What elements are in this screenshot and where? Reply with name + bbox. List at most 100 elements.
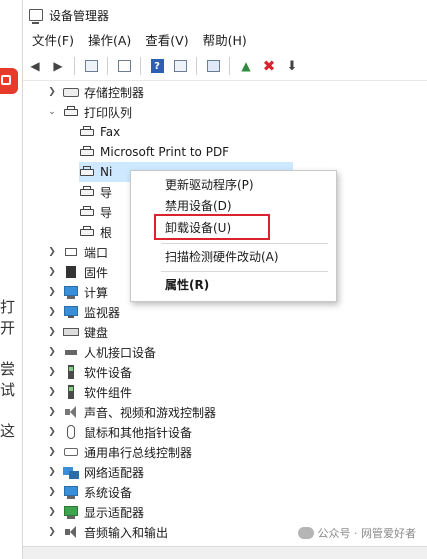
menu-file[interactable]: 文件(F)	[25, 30, 81, 52]
tree-item-firmware[interactable]: ❯ 固件	[47, 262, 108, 282]
menu-scan-hardware[interactable]: 扫描检测硬件改动(A)	[165, 247, 279, 267]
printer-icon	[79, 145, 95, 159]
tree-item-software-device[interactable]: ❯ 软件设备	[47, 362, 132, 382]
tree-item-label: 系统设备	[84, 485, 133, 500]
toolbar: ◀ ▶ ? ▲ ✖ ⬇	[23, 52, 427, 81]
keyboard-icon	[63, 325, 79, 339]
expand-chevron-icon[interactable]: ❯	[47, 367, 57, 377]
hid-icon	[63, 345, 79, 359]
update-driver-icon[interactable]: ▲	[236, 56, 256, 76]
disable-icon[interactable]: ⬇	[282, 56, 302, 76]
tree-view-icon[interactable]	[81, 56, 101, 76]
tree-item-network[interactable]: ❯ 网络适配器	[47, 462, 144, 482]
tree-item-ports[interactable]: ❯ 端口	[47, 242, 108, 262]
display-adapter-icon	[63, 505, 79, 519]
tree-item-label: 软件设备	[84, 365, 133, 380]
expand-chevron-icon[interactable]: ❯	[47, 247, 57, 257]
background-text-2: 尝试	[0, 360, 16, 399]
expand-chevron-icon[interactable]: ❯	[47, 267, 57, 277]
tree-item-label: 网络适配器	[84, 465, 145, 480]
tree-item-label: 软件组件	[84, 385, 133, 400]
usb-controller-icon	[63, 445, 79, 459]
watermark-text: 公众号 · 网管爱好者	[317, 527, 417, 540]
printer-icon	[79, 225, 95, 239]
tree-item-label: 固件	[84, 265, 109, 280]
device-manager-window: 设备管理器 文件(F) 操作(A) 查看(V) 帮助(H) ◀ ▶ ? ▲ ✖ …	[22, 0, 427, 559]
toolbar-separator	[140, 57, 141, 75]
expand-chevron-icon[interactable]: ❯	[47, 307, 57, 317]
menu-separator	[161, 271, 328, 272]
tree-item-label: 监视器	[84, 305, 121, 320]
expand-chevron-icon[interactable]: ❯	[47, 447, 57, 457]
menu-separator	[161, 243, 328, 244]
expand-chevron-icon[interactable]: ❯	[47, 427, 57, 437]
tree-item-monitor[interactable]: ❯ 监视器	[47, 302, 120, 322]
background-text-3: 这	[0, 422, 16, 440]
tree-item-label: Fax	[100, 125, 121, 139]
expand-chevron-icon[interactable]: ❯	[47, 527, 57, 537]
expand-chevron-icon[interactable]: ❯	[47, 407, 57, 417]
menu-disable-device[interactable]: 禁用设备(D)	[165, 196, 232, 216]
watermark: 公众号 · 网管爱好者	[297, 525, 417, 541]
tree-item-audio[interactable]: ❯ 音频输入和输出	[47, 522, 168, 542]
tree-item-software-component[interactable]: ❯ 软件组件	[47, 382, 132, 402]
tree-item-serial-bus[interactable]: ❯ 通用串行总线控制器	[47, 442, 192, 462]
tree-item-fax[interactable]: Fax	[79, 122, 120, 142]
tree-item-label: Microsoft Print to PDF	[100, 145, 230, 159]
collapse-chevron-icon[interactable]: ⌄	[47, 107, 57, 117]
menu-properties[interactable]: 属性(R)	[165, 275, 209, 295]
expand-chevron-icon[interactable]: ❯	[47, 287, 57, 297]
tree-item-mouse[interactable]: ❯ 鼠标和其他指针设备	[47, 422, 192, 442]
tree-item-display[interactable]: ❯ 显示适配器	[47, 502, 144, 522]
properties-icon[interactable]	[114, 56, 134, 76]
printer-icon	[79, 165, 95, 179]
tree-item-printer-3[interactable]: 导	[79, 202, 112, 222]
toolbar-separator	[74, 57, 75, 75]
menu-update-driver[interactable]: 更新驱动程序(P)	[165, 175, 254, 195]
details-icon[interactable]	[170, 56, 190, 76]
tree-item-hid[interactable]: ❯ 人机接口设备	[47, 342, 156, 362]
tree-item-keyboard[interactable]: ❯ 键盘	[47, 322, 108, 342]
expand-chevron-icon[interactable]: ❯	[47, 387, 57, 397]
forward-arrow-icon[interactable]: ▶	[48, 56, 68, 76]
tree-item-sound[interactable]: ❯ 声音、视频和游戏控制器	[47, 402, 216, 422]
uninstall-icon[interactable]: ✖	[259, 56, 279, 76]
tree-item-storage[interactable]: ❯ 存储控制器	[47, 82, 144, 102]
tree-item-system[interactable]: ❯ 系统设备	[47, 482, 132, 502]
menu-action[interactable]: 操作(A)	[81, 30, 138, 52]
tree-item-label: 打印队列	[84, 105, 133, 120]
firmware-icon	[63, 265, 79, 279]
horizontal-scrollbar[interactable]	[23, 546, 427, 559]
window-title: 设备管理器	[49, 8, 110, 23]
mouse-icon	[63, 425, 79, 439]
expand-chevron-icon[interactable]: ❯	[47, 487, 57, 497]
expand-chevron-icon[interactable]: ❯	[47, 467, 57, 477]
tree-item-print-queue[interactable]: ⌄ 打印队列	[47, 102, 132, 122]
scan-hardware-icon[interactable]	[203, 56, 223, 76]
tree-item-ms-pdf[interactable]: Microsoft Print to PDF	[79, 142, 229, 162]
menu-bar: 文件(F) 操作(A) 查看(V) 帮助(H)	[23, 30, 427, 52]
wechat-icon	[297, 527, 314, 539]
toolbar-separator	[196, 57, 197, 75]
expand-chevron-icon[interactable]: ❯	[47, 327, 57, 337]
tree-item-printer-2[interactable]: 导	[79, 182, 112, 202]
computer-icon	[63, 285, 79, 299]
expand-chevron-icon[interactable]: ❯	[47, 507, 57, 517]
tree-item-computer[interactable]: ❯ 计算	[47, 282, 108, 302]
expand-chevron-icon[interactable]: ❯	[47, 347, 57, 357]
tree-item-label: 根	[100, 225, 113, 240]
device-manager-icon	[29, 9, 43, 24]
back-arrow-icon[interactable]: ◀	[25, 56, 45, 76]
menu-view[interactable]: 查看(V)	[138, 30, 195, 52]
tree-item-label: 人机接口设备	[84, 345, 157, 360]
tree-item-label: 计算	[84, 285, 109, 300]
port-icon	[63, 245, 79, 259]
title-bar[interactable]: 设备管理器	[23, 0, 427, 30]
printer-icon	[79, 185, 95, 199]
background-window-strip: 打开 尝试 这	[0, 0, 22, 559]
help-icon[interactable]: ?	[147, 56, 167, 76]
menu-help[interactable]: 帮助(H)	[196, 30, 254, 52]
storage-icon	[63, 85, 79, 99]
expand-chevron-icon[interactable]: ❯	[47, 87, 57, 97]
tree-item-printer-4[interactable]: 根	[79, 222, 112, 242]
